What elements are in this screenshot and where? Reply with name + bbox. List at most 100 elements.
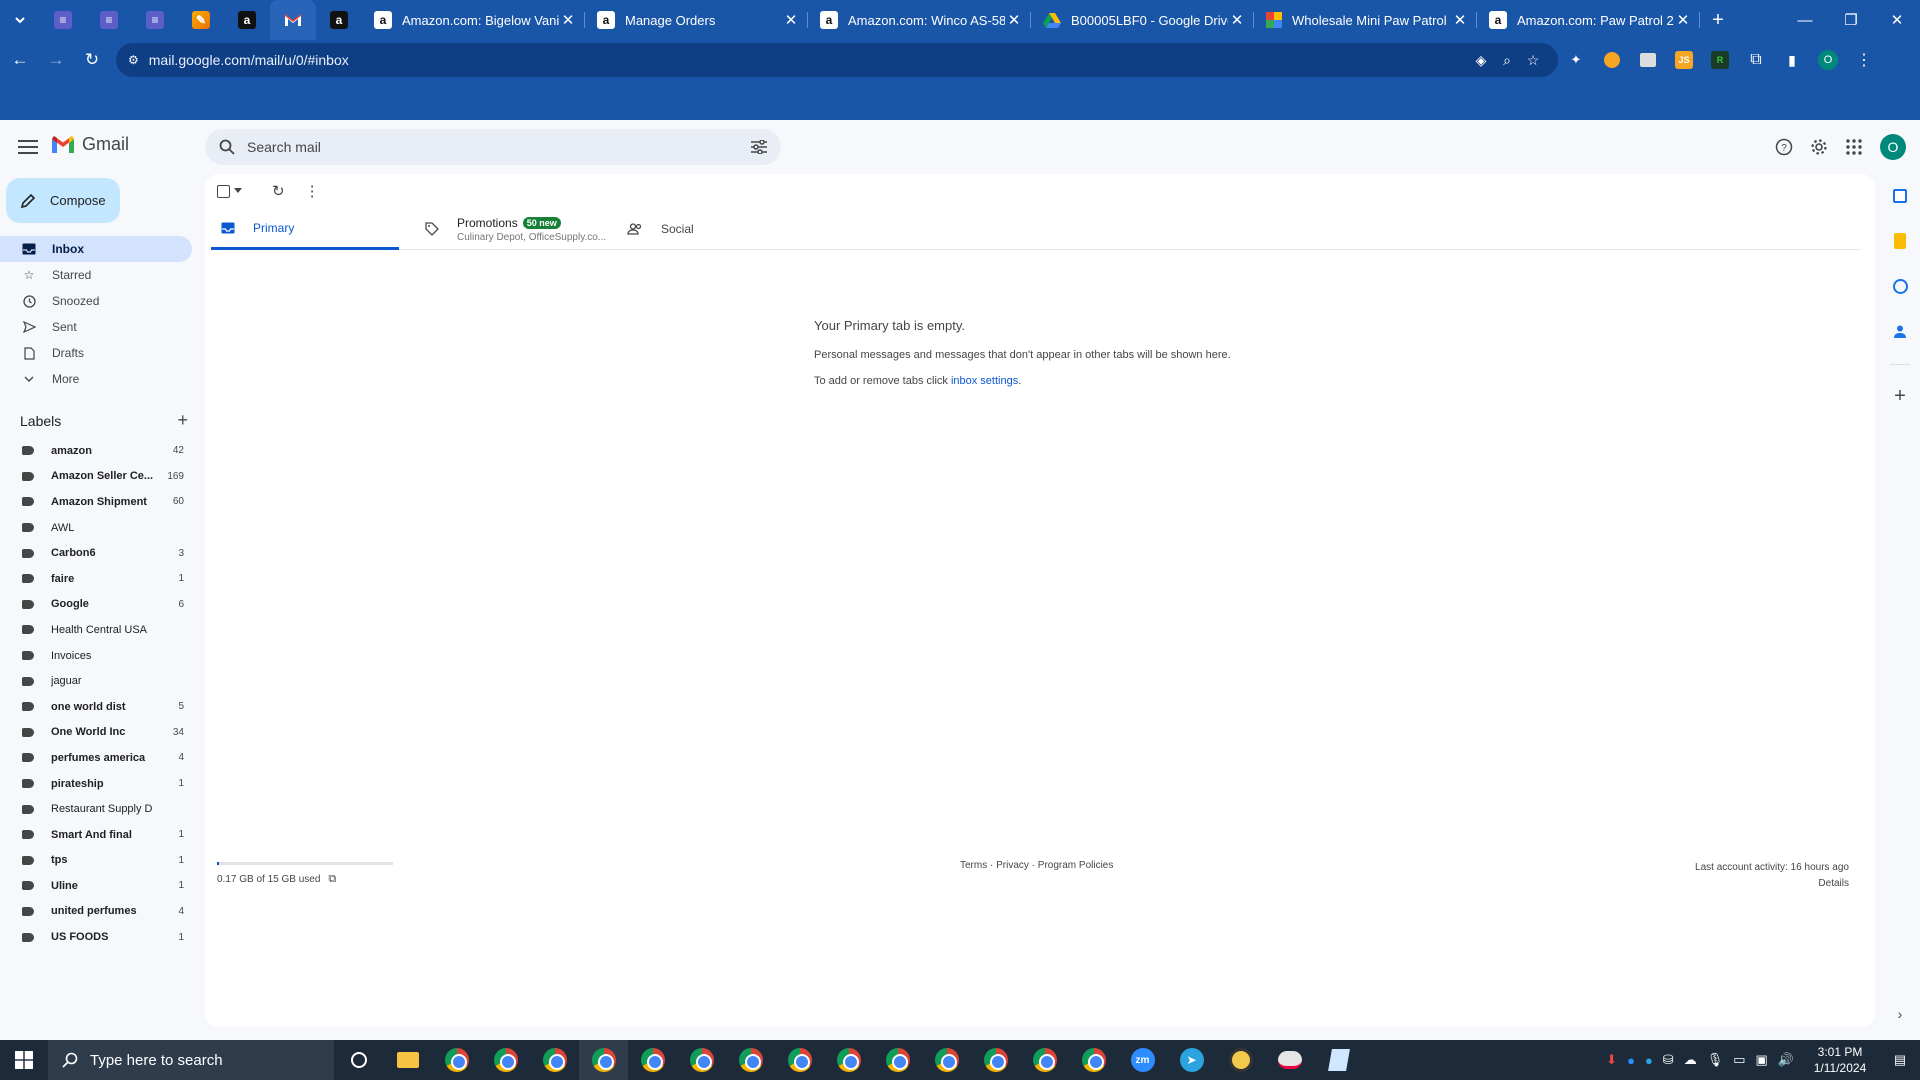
tasks-button[interactable]: [1888, 274, 1912, 298]
nav-item-snoozed[interactable]: Snoozed: [0, 288, 192, 314]
zoom-app-button[interactable]: zm: [1118, 1040, 1167, 1080]
close-icon[interactable]: ✕: [559, 11, 577, 29]
close-window-button[interactable]: ✕: [1874, 0, 1920, 40]
close-icon[interactable]: ✕: [1228, 11, 1246, 29]
volume-icon[interactable]: 🔊: [1778, 1052, 1794, 1068]
tab-wholesale-paw-patrol[interactable]: Wholesale Mini Paw Patrol G ✕: [1254, 0, 1477, 40]
label-item[interactable]: Carbon6 3: [0, 540, 192, 566]
tab-promotions[interactable]: Promotions 50 new Culinary Depot, Office…: [415, 208, 615, 250]
label-item[interactable]: one world dist 5: [0, 694, 192, 720]
minimize-button[interactable]: —: [1782, 0, 1828, 40]
select-all-checkbox[interactable]: [217, 184, 242, 198]
open-in-new-icon[interactable]: ⧉: [328, 873, 336, 886]
tray-cloud-icon[interactable]: ☁: [1684, 1052, 1697, 1068]
browser-menu-button[interactable]: ⋮: [1846, 44, 1882, 76]
chrome-profile-6[interactable]: [677, 1040, 726, 1080]
pinned-tab-gmail[interactable]: [270, 0, 316, 40]
nav-item-inbox[interactable]: Inbox: [0, 236, 192, 262]
side-panel-button[interactable]: ▮: [1774, 44, 1810, 76]
chrome-profile-13[interactable]: [1020, 1040, 1069, 1080]
account-avatar[interactable]: O: [1880, 134, 1906, 160]
settings-button[interactable]: [1805, 133, 1833, 161]
close-icon[interactable]: ✕: [1005, 11, 1023, 29]
label-item[interactable]: amazon 42: [0, 438, 192, 464]
label-item[interactable]: One World Inc 34: [0, 720, 192, 746]
taskbar-search[interactable]: Type here to search: [48, 1040, 334, 1080]
tab-manage-orders[interactable]: a Manage Orders ✕: [585, 0, 808, 40]
label-item[interactable]: Amazon Seller Ce... 169: [0, 464, 192, 490]
reload-button[interactable]: ↻: [76, 44, 108, 76]
extension-orange[interactable]: [1594, 44, 1630, 76]
label-item[interactable]: jaguar: [0, 668, 192, 694]
meet-now-icon[interactable]: ▭: [1733, 1052, 1745, 1068]
label-item[interactable]: Amazon Shipment 60: [0, 489, 192, 515]
new-tab-button[interactable]: +: [1700, 0, 1736, 40]
pinned-tab-list-3[interactable]: ≡: [132, 0, 178, 40]
pinned-tab-amazon[interactable]: a: [224, 0, 270, 40]
chrome-profile-5[interactable]: [628, 1040, 677, 1080]
close-icon[interactable]: ✕: [1451, 11, 1469, 29]
tray-drive-icon[interactable]: ⛁: [1663, 1052, 1674, 1068]
chrome-profile-2[interactable]: [481, 1040, 530, 1080]
profile-button[interactable]: O: [1810, 44, 1846, 76]
create-label-button[interactable]: +: [177, 410, 188, 431]
app-cloud-button[interactable]: [1265, 1040, 1314, 1080]
keep-button[interactable]: [1888, 229, 1912, 253]
telegram-button[interactable]: ➤: [1167, 1040, 1216, 1080]
nav-item-drafts[interactable]: Drafts: [0, 340, 192, 366]
chrome-profile-11[interactable]: [922, 1040, 971, 1080]
tab-social[interactable]: Social: [617, 208, 797, 250]
search-options-icon[interactable]: [751, 140, 767, 154]
microphone-icon[interactable]: 🎙: [1707, 1052, 1724, 1068]
close-icon[interactable]: ✕: [1674, 11, 1692, 29]
extension-grid[interactable]: [1630, 44, 1666, 76]
show-side-panel-button[interactable]: ›: [1888, 1002, 1912, 1026]
support-button[interactable]: ?: [1770, 133, 1798, 161]
pinned-tab-amazon-2[interactable]: a: [316, 0, 362, 40]
label-item[interactable]: Uline 1: [0, 873, 192, 899]
main-menu-button[interactable]: [16, 135, 40, 159]
inbox-settings-link[interactable]: inbox settings: [951, 375, 1018, 387]
refresh-button[interactable]: ↻: [272, 182, 285, 200]
nav-item-starred[interactable]: ☆ Starred: [0, 262, 192, 288]
tab-google-drive[interactable]: B00005LBF0 - Google Drive ✕: [1031, 0, 1254, 40]
pinned-tab-list-1[interactable]: ≡: [40, 0, 86, 40]
label-item[interactable]: Restaurant Supply D: [0, 796, 192, 822]
pinned-tab-list-2[interactable]: ≡: [86, 0, 132, 40]
tab-primary[interactable]: Primary: [211, 208, 399, 250]
url-text[interactable]: mail.google.com/mail/u/0/#inbox: [149, 52, 1468, 68]
label-item[interactable]: Health Central USA: [0, 617, 192, 643]
close-icon[interactable]: ✕: [782, 11, 800, 29]
file-explorer-button[interactable]: [383, 1040, 432, 1080]
extension-green[interactable]: R: [1702, 44, 1738, 76]
chrome-profile-1[interactable]: [432, 1040, 481, 1080]
forward-button[interactable]: →: [40, 44, 72, 76]
nav-item-sent[interactable]: Sent: [0, 314, 192, 340]
label-item[interactable]: Smart And final 1: [0, 822, 192, 848]
tab-amazon-paw-patrol[interactable]: a Amazon.com: Paw Patrol 21 ✕: [1477, 0, 1700, 40]
label-item[interactable]: AWL: [0, 515, 192, 541]
label-item[interactable]: Invoices: [0, 643, 192, 669]
site-info-icon[interactable]: ⚙: [128, 53, 139, 67]
tab-amazon-winco[interactable]: a Amazon.com: Winco AS-58 / ✕: [808, 0, 1031, 40]
chrome-profile-12[interactable]: [971, 1040, 1020, 1080]
bookmark-star-icon[interactable]: ☆: [1520, 52, 1546, 69]
back-button[interactable]: ←: [4, 44, 36, 76]
eye-off-icon[interactable]: ◈: [1468, 52, 1494, 69]
pinned-tab-pencil[interactable]: ✎: [178, 0, 224, 40]
label-item[interactable]: united perfumes 4: [0, 899, 192, 925]
details-link[interactable]: Details: [1695, 876, 1849, 892]
footer-links[interactable]: Terms · Privacy · Program Policies: [960, 860, 1113, 871]
search-icon[interactable]: [219, 139, 235, 155]
extension-js[interactable]: JS: [1666, 44, 1702, 76]
tray-app-icon[interactable]: ⬇: [1606, 1052, 1617, 1068]
google-apps-button[interactable]: [1840, 133, 1868, 161]
label-item[interactable]: Google 6: [0, 592, 192, 618]
gmail-logo[interactable]: Gmail: [50, 134, 129, 155]
tray-zoom-icon[interactable]: ●: [1627, 1053, 1635, 1068]
network-icon[interactable]: ▣: [1756, 1052, 1768, 1068]
search-input[interactable]: Search mail: [247, 139, 751, 155]
chrome-profile-3[interactable]: [530, 1040, 579, 1080]
label-item[interactable]: perfumes america 4: [0, 745, 192, 771]
notifications-button[interactable]: ▤: [1880, 1052, 1920, 1068]
